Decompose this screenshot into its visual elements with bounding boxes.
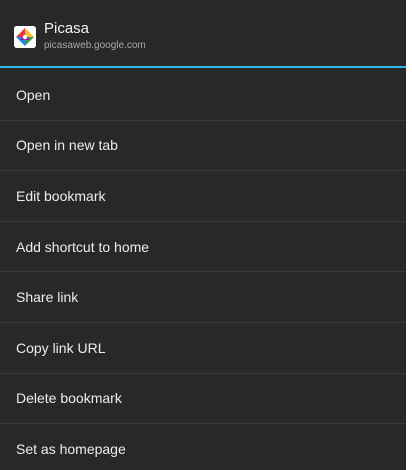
bookmark-context-menu: Picasa picasaweb.google.com Open Open in… [0, 0, 406, 470]
picasa-icon-graphic [14, 26, 36, 48]
dialog-header: Picasa picasaweb.google.com [0, 0, 406, 68]
menu-item-share-link[interactable]: Share link [0, 272, 406, 323]
menu-item-label: Set as homepage [16, 441, 126, 458]
menu-item-open[interactable]: Open [0, 70, 406, 121]
context-menu-list: Open Open in new tab Edit bookmark Add s… [0, 70, 406, 470]
menu-item-label: Add shortcut to home [16, 238, 150, 255]
menu-item-label: Open [16, 86, 51, 103]
page-url: picasaweb.google.com [44, 40, 146, 51]
menu-item-copy-link-url[interactable]: Copy link URL [0, 323, 406, 374]
menu-item-label: Copy link URL [16, 339, 106, 356]
background-gap [406, 0, 412, 470]
menu-item-open-in-new-tab[interactable]: Open in new tab [0, 121, 406, 172]
menu-item-set-as-homepage[interactable]: Set as homepage [0, 424, 406, 470]
menu-item-label: Open in new tab [16, 137, 118, 154]
page-title: Picasa [44, 20, 90, 37]
menu-item-label: Delete bookmark [16, 390, 122, 407]
menu-item-delete-bookmark[interactable]: Delete bookmark [0, 374, 406, 425]
menu-item-label: Edit bookmark [16, 187, 106, 204]
menu-item-add-shortcut-to-home[interactable]: Add shortcut to home [0, 222, 406, 273]
picasa-icon [14, 26, 36, 48]
menu-item-edit-bookmark[interactable]: Edit bookmark [0, 171, 406, 222]
menu-item-label: Share link [16, 289, 79, 306]
